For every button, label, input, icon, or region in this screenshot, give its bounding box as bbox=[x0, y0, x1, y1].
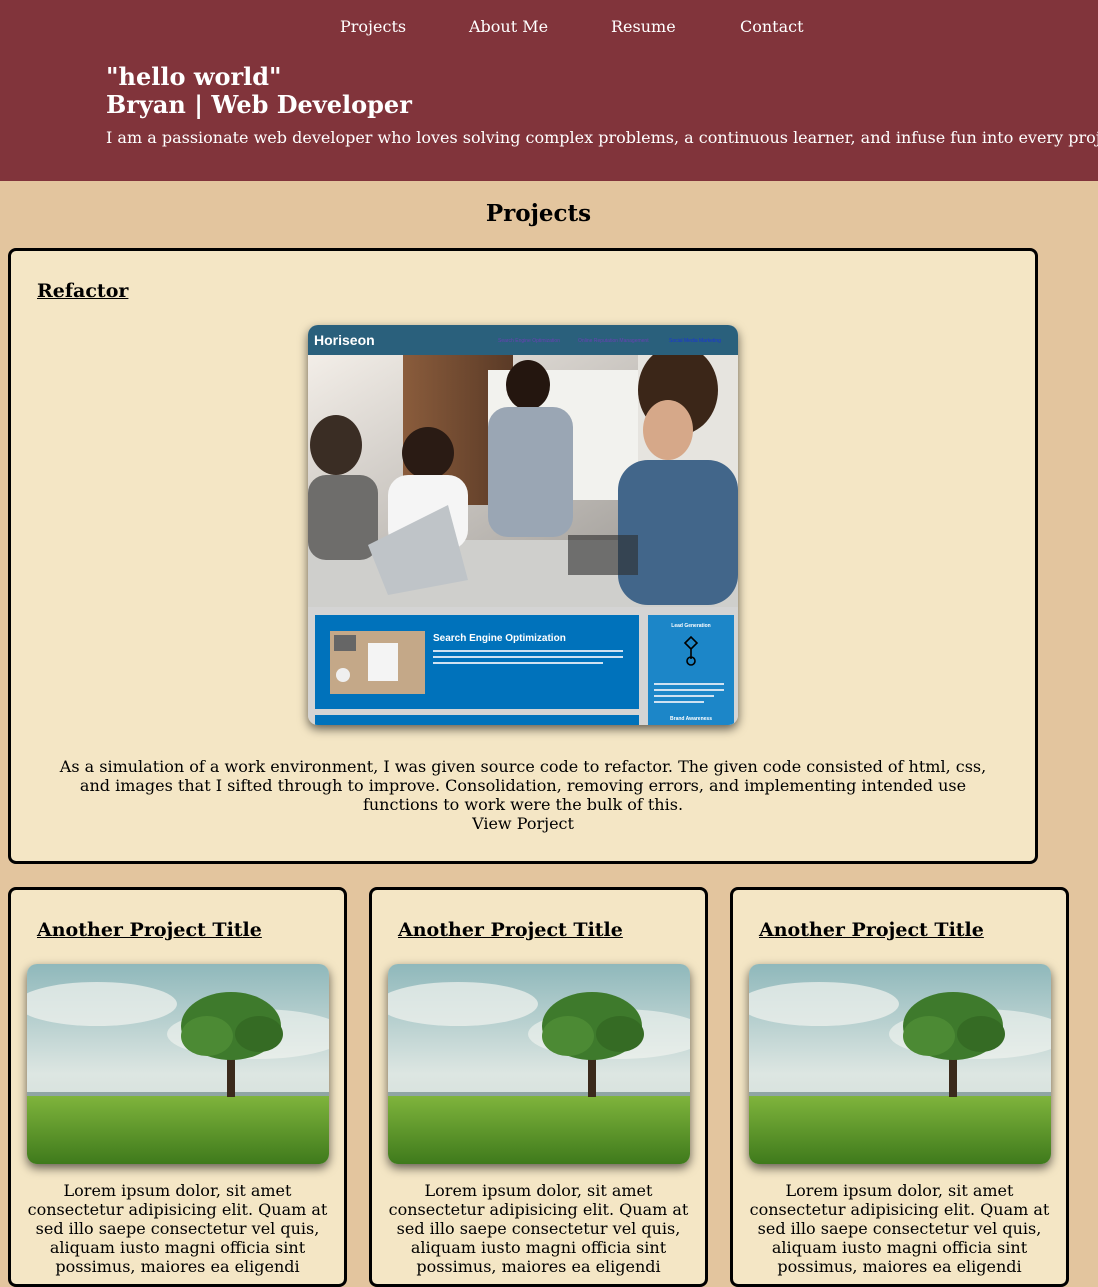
nav-link-contact[interactable]: Contact bbox=[740, 15, 804, 39]
project-card-image[interactable] bbox=[388, 964, 690, 1164]
site-header: Projects About Me Resume Contact "hello … bbox=[0, 0, 1098, 181]
nav-link-projects[interactable]: Projects bbox=[340, 15, 406, 39]
hero-greeting: "hello world" bbox=[106, 62, 282, 91]
view-project-link[interactable]: View Porject bbox=[423, 814, 623, 834]
project-card-title: Another Project Title bbox=[37, 917, 262, 943]
project-card-image[interactable] bbox=[749, 964, 1051, 1164]
horiseon-nav-link-1: Search Engine Optimization bbox=[498, 338, 560, 344]
featured-project-card: Refactor Horiseon Search Engine Optimiza… bbox=[8, 248, 1038, 864]
nav-link-resume[interactable]: Resume bbox=[611, 15, 676, 39]
featured-project-title-link[interactable]: Refactor bbox=[37, 280, 128, 302]
project-card-title-link[interactable]: Another Project Title bbox=[398, 919, 623, 941]
featured-project-screenshot[interactable]: Horiseon Search Engine Optimization Onli… bbox=[308, 325, 738, 725]
project-card: Another Project Title Lorem ipsum dolor,… bbox=[369, 887, 708, 1287]
featured-project-title: Refactor bbox=[37, 278, 128, 304]
project-card-image[interactable] bbox=[27, 964, 329, 1164]
featured-project-description: As a simulation of a work environment, I… bbox=[59, 757, 987, 814]
project-card-title: Another Project Title bbox=[759, 917, 984, 943]
tree-landscape-image bbox=[388, 964, 690, 1164]
project-card: Another Project Title Lorem ipsum dolor,… bbox=[730, 887, 1069, 1287]
horiseon-screenshot-image: Horiseon Search Engine Optimization Onli… bbox=[308, 325, 738, 725]
hero-name: Bryan | Web Developer bbox=[106, 90, 412, 119]
project-card: Another Project Title Lorem ipsum dolor,… bbox=[8, 887, 347, 1287]
project-card-title-link[interactable]: Another Project Title bbox=[759, 919, 984, 941]
hero-intro: I am a passionate web developer who love… bbox=[106, 128, 1098, 147]
horiseon-nav-link-2: Online Reputation Management bbox=[578, 338, 649, 344]
project-card-title-link[interactable]: Another Project Title bbox=[37, 919, 262, 941]
horiseon-side-footer: Brand Awareness bbox=[670, 716, 712, 722]
horiseon-brand: Horiseon bbox=[314, 332, 375, 348]
tree-landscape-image bbox=[749, 964, 1051, 1164]
horiseon-side-heading: Lead Generation bbox=[671, 623, 710, 629]
horiseon-nav-link-3: Social Media Marketing bbox=[669, 338, 721, 344]
horiseon-feature-heading: Search Engine Optimization bbox=[433, 633, 566, 644]
nav-link-about-me[interactable]: About Me bbox=[469, 15, 548, 39]
main-nav: Projects About Me Resume Contact bbox=[0, 15, 1098, 39]
projects-heading: Projects bbox=[485, 200, 592, 227]
project-card-title: Another Project Title bbox=[398, 917, 623, 943]
tree-landscape-image bbox=[27, 964, 329, 1164]
hero-title: "hello world" Bryan | Web Developer bbox=[106, 63, 412, 119]
